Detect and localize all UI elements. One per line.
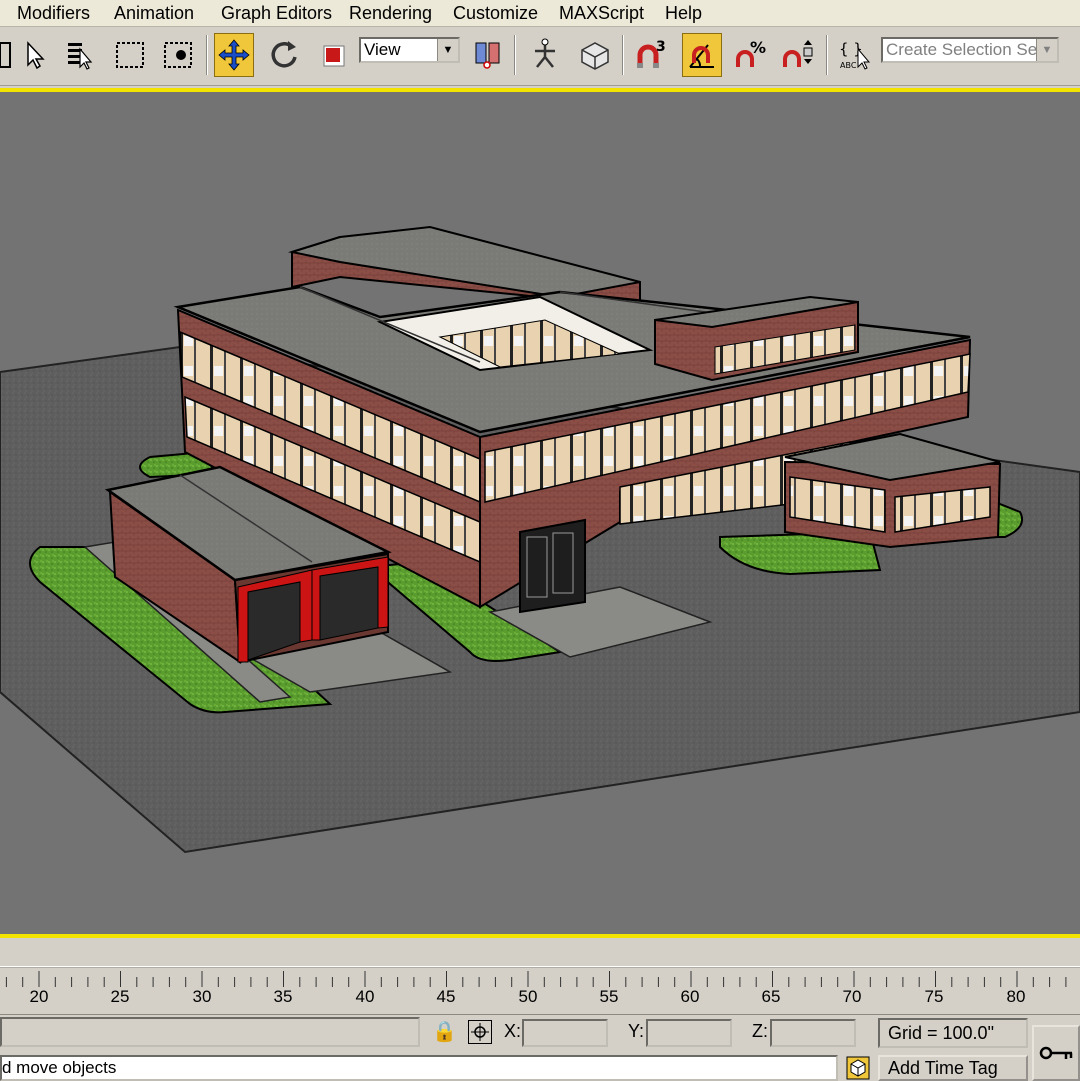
edit-named-selection-icon[interactable]: { } ABC [834, 33, 874, 77]
menu-customize[interactable]: Customize [453, 2, 538, 24]
tick-label: 55 [599, 987, 619, 1006]
tick-label: 40 [355, 987, 375, 1006]
key-icon [1039, 1046, 1073, 1060]
tick-label: 50 [518, 987, 538, 1006]
menu-maxscript[interactable]: MAXScript [559, 2, 644, 24]
chevron-down-icon: ▼ [437, 39, 458, 61]
track-bar[interactable]: 20 25 30 35 40 45 50 55 60 65 70 75 80 [0, 966, 1080, 1015]
menu-graph-editors[interactable]: Graph Editors [221, 2, 332, 24]
prompt-line: d move objects [0, 1055, 838, 1081]
tick-label: 45 [436, 987, 456, 1006]
svg-text:3: 3 [656, 39, 666, 55]
tick-label: 80 [1006, 987, 1026, 1006]
y-label: Y: [628, 1021, 645, 1041]
lock-selection-icon[interactable]: 🔒 [432, 1019, 457, 1044]
selection-status-field [0, 1017, 420, 1047]
status-bar: 🔒 X: Y: Z: Grid = 100.0" d move objects … [0, 1014, 1080, 1081]
time-tag-cube-icon[interactable] [842, 1055, 874, 1081]
toolbar-separator [514, 35, 516, 75]
add-time-tag-button[interactable]: Add Time Tag [878, 1055, 1028, 1081]
tick-label: 60 [680, 987, 700, 1006]
track-bar-ruler [0, 967, 1080, 987]
named-selection-set-placeholder: Create Selection Set [886, 40, 1042, 59]
toolbar-separator [206, 35, 208, 75]
building-model-render [0, 225, 1080, 854]
svg-text:%: % [750, 38, 766, 57]
reference-coordinate-dropdown[interactable]: View ▼ [359, 37, 460, 63]
snaps-toggle-icon[interactable]: 3 [630, 33, 670, 77]
tick-label: 70 [842, 987, 862, 1006]
tick-label: 35 [273, 987, 293, 1006]
tick-label: 25 [110, 987, 130, 1006]
tick-label: 20 [29, 987, 49, 1006]
window-crossing-icon[interactable] [158, 33, 198, 77]
x-label: X: [504, 1021, 522, 1041]
rectangular-selection-icon[interactable] [110, 33, 150, 77]
y-coordinate-field[interactable] [646, 1019, 732, 1047]
set-key-button[interactable] [1032, 1025, 1080, 1081]
menu-help[interactable]: Help [665, 2, 702, 24]
menu-rendering[interactable]: Rendering [349, 2, 432, 24]
x-coordinate-field[interactable] [522, 1019, 608, 1047]
toolbar-separator [826, 35, 828, 75]
main-toolbar: View ▼ 3 % { } ABC Create Selection Set ▼ [0, 27, 1080, 86]
angle-snap-toggle-icon[interactable] [682, 33, 722, 77]
svg-text:ABC: ABC [840, 61, 857, 70]
spinner-snap-toggle-icon[interactable] [778, 33, 818, 77]
menu-modifiers[interactable]: Modifiers [17, 2, 90, 24]
menu-animation[interactable]: Animation [114, 2, 194, 24]
select-by-name-icon[interactable] [60, 33, 100, 77]
percent-snap-toggle-icon[interactable]: % [730, 33, 770, 77]
chevron-down-icon: ▼ [1036, 39, 1057, 61]
z-coordinate-field[interactable] [770, 1019, 856, 1047]
named-selection-set-dropdown[interactable]: Create Selection Set ▼ [881, 37, 1059, 63]
tick-label: 30 [192, 987, 212, 1006]
absolute-mode-transform-icon[interactable] [468, 1020, 492, 1044]
select-and-manipulate-icon[interactable] [525, 33, 565, 77]
tick-label: 75 [924, 987, 944, 1006]
select-and-rotate-icon[interactable] [264, 33, 304, 77]
grid-spacing-display: Grid = 100.0" [878, 1018, 1028, 1048]
toolbar-separator [622, 35, 624, 75]
perspective-viewport[interactable] [0, 88, 1080, 938]
select-and-scale-icon[interactable] [313, 33, 353, 77]
pivot-center-icon[interactable] [468, 33, 508, 77]
z-label: Z: [752, 1021, 768, 1041]
keyboard-shortcut-override-icon[interactable] [575, 33, 615, 77]
menu-bar: Modifiers Animation Graph Editors Render… [0, 0, 1080, 27]
select-object-icon[interactable] [14, 33, 54, 77]
select-and-move-icon[interactable] [214, 33, 254, 77]
reference-coordinate-value: View [364, 40, 401, 59]
tick-label: 65 [761, 987, 781, 1006]
